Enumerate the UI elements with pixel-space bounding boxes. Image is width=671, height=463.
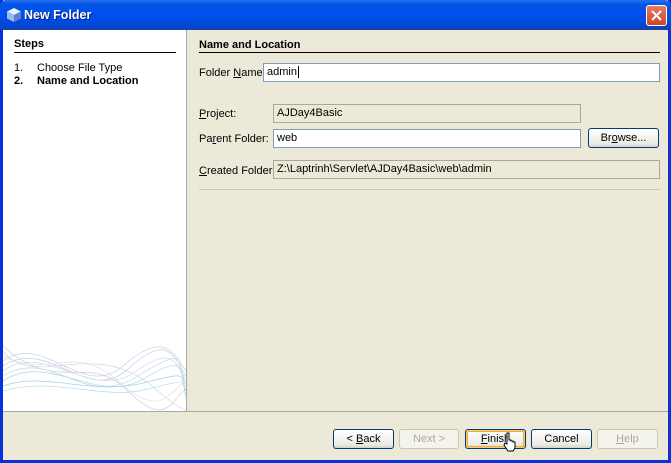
folder-name-label: Folder Name: [199,67,266,79]
label-mnemonic: N [233,67,242,79]
project-field: AJDay4Basic [273,104,581,123]
label-text: roject: [206,108,237,120]
folder-name-value: admin [267,66,297,78]
name-and-location-panel: Name and Location Folder Name: admin Pro… [189,30,668,411]
button-text: wse... [617,132,647,144]
back-button[interactable]: < Back [333,429,394,449]
decorative-waves-image [3,345,186,411]
step-label: Choose File Type [37,62,123,74]
cancel-button[interactable]: Cancel [531,429,592,449]
parent-folder-input[interactable]: web [273,129,581,148]
button-mnemonic: H [616,433,625,445]
title-bar[interactable]: New Folder [0,0,671,30]
button-text: < [346,433,356,445]
button-text: elp [624,433,639,445]
window-title: New Folder [24,8,92,22]
browse-button[interactable]: Browse... [588,128,659,148]
close-icon [651,10,662,21]
label-mnemonic: C [199,165,207,177]
hand-pointer-cursor-icon [503,432,516,452]
section-divider [199,52,660,53]
created-folder-label: Created Folder: [199,165,275,177]
step-choose-file-type: 1. Choose File Type [14,62,122,74]
project-value: AJDay4Basic [277,107,343,119]
steps-panel: Steps 1. Choose File Type 2. Name and Loca… [3,30,187,411]
next-button[interactable]: Next > [399,429,459,449]
button-mnemonic: F [480,433,488,445]
label-text: Folder [199,67,234,79]
steps-divider [14,52,176,53]
step-label: Name and Location [37,75,139,87]
button-bar-separator [3,411,668,412]
step-name-and-location: 2. Name and Location [14,75,138,87]
label-text: ame: [241,67,266,79]
created-folder-field: Z:\Laptrinh\Servlet\AJDay4Basic\web\admi… [273,160,660,179]
step-number: 2. [14,75,24,87]
netbeans-cube-icon [6,7,22,23]
label-text: Pa [199,133,213,145]
label-text: reated Folder: [206,165,276,177]
fields-separator [199,189,660,190]
help-button[interactable]: Help [597,429,658,449]
parent-folder-label: Parent Folder: [199,133,269,145]
label-text: ent Folder: [216,133,269,145]
close-button[interactable] [646,5,667,26]
text-caret [297,66,299,79]
new-folder-dialog: New Folder Steps 1. Choose File Type 2. Na… [0,0,671,463]
project-label: Project: [199,108,236,120]
created-folder-value: Z:\Laptrinh\Servlet\AJDay4Basic\web\admi… [277,163,492,175]
section-title: Name and Location [199,39,301,51]
step-number: 1. [14,62,24,74]
steps-title: Steps [14,38,44,50]
button-text: ack [363,433,381,445]
parent-folder-value: web [277,132,298,144]
button-text: Br [600,132,612,144]
folder-name-input[interactable]: admin [263,63,660,82]
